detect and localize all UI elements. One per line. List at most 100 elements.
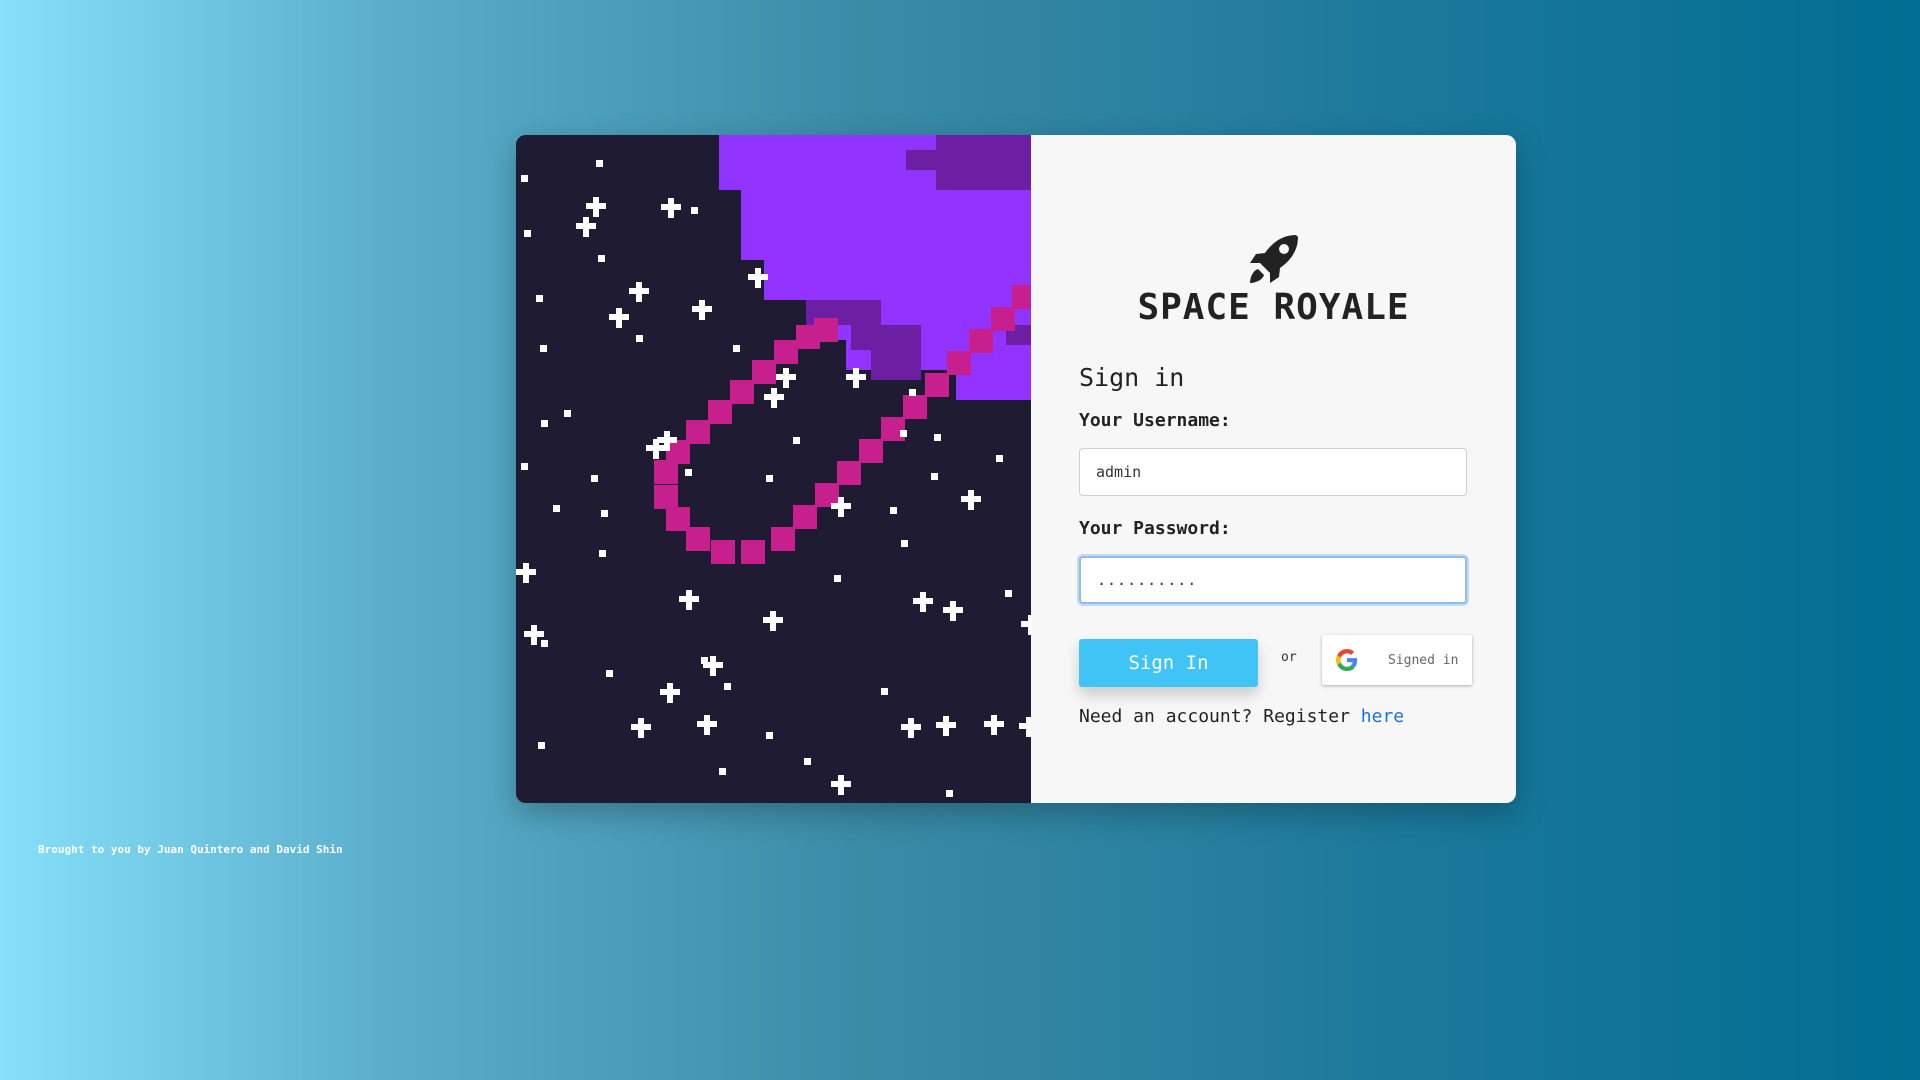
ring-segment [814,318,838,342]
cross-star [593,197,599,217]
small-star [996,455,1003,462]
ring-segment [881,417,905,441]
small-star [536,295,543,302]
ring-segment [654,485,678,509]
ring-segment [859,439,883,463]
ring-segment [686,420,710,444]
small-star [553,505,560,512]
small-star [685,469,692,476]
small-star [719,768,726,775]
signin-panel: SPACE ROYALE Sign in Your Username: Your… [1031,135,1516,803]
app-title: SPACE ROYALE [1137,287,1410,328]
small-star [931,473,938,480]
cross-star [838,775,844,795]
planet-shadow-block [871,350,921,380]
google-signin-label: Signed in [1388,652,1459,668]
login-card: SPACE ROYALE Sign in Your Username: Your… [516,135,1516,803]
google-signin-button[interactable]: Signed in [1322,635,1472,685]
google-icon [1336,649,1358,671]
cross-star [991,715,997,735]
username-input[interactable] [1079,448,1467,496]
small-star [541,420,548,427]
ring-segment [1012,285,1031,309]
cross-star [699,300,705,320]
ring-segment [741,540,765,564]
password-input[interactable] [1079,556,1467,604]
small-star [733,345,740,352]
cross-star [853,368,859,388]
ring-segment [947,351,971,375]
small-star [538,742,545,749]
planet-shadow-block [851,325,921,350]
small-star [540,345,547,352]
cross-star [667,683,673,703]
cross-star [783,368,789,388]
small-star [793,437,800,444]
cross-star [771,388,777,408]
ring-segment [793,505,817,529]
ring-segment [837,461,861,485]
small-star [724,683,731,690]
ring-segment [708,400,732,424]
cross-star [523,563,529,583]
password-label: Your Password: [1079,518,1231,539]
rocket-icon [1031,231,1516,287]
cross-star [755,268,761,288]
or-separator: or [1281,650,1297,665]
cross-star [668,198,674,218]
ring-segment [666,507,690,531]
small-star [691,207,698,214]
small-star [901,540,908,547]
cross-star [531,625,537,645]
ring-segment [774,340,798,364]
small-star [591,475,598,482]
small-star [834,575,841,582]
small-star [599,550,606,557]
cross-star [583,217,589,237]
pixel-space-art [516,135,1031,803]
small-star [900,430,907,437]
ring-segment [730,380,754,404]
credits-text: Brought to you by Juan Quintero and Davi… [38,843,343,856]
ring-segment [711,540,735,564]
signin-heading: Sign in [1079,363,1185,392]
ring-segment [925,373,949,397]
ring-segment [969,329,993,353]
planet-shadow-block [936,135,1031,190]
cross-star [653,439,659,459]
cross-star [950,601,956,621]
small-star [521,463,528,470]
small-star [766,732,773,739]
register-prompt: Need an account? Register here [1079,706,1404,727]
cross-star [908,718,914,738]
ring-segment [752,360,776,384]
ring-segment [991,307,1015,331]
small-star [601,510,608,517]
small-star [934,434,941,441]
small-star [521,175,528,182]
small-star [909,389,916,396]
small-star [606,670,613,677]
cross-star [636,282,642,302]
small-star [541,640,548,647]
signin-button[interactable]: Sign In [1079,639,1258,687]
small-star [766,475,773,482]
planet-block [764,260,1031,300]
cross-star [920,592,926,612]
cross-star [968,490,974,510]
cross-star [616,308,622,328]
register-link[interactable]: here [1361,706,1404,727]
small-star [636,335,643,342]
username-label: Your Username: [1079,410,1231,431]
small-star [946,790,953,797]
cross-star [710,656,716,676]
planet-shadow-block [906,150,946,170]
cross-star [638,718,644,738]
register-prefix: Need an account? Register [1079,706,1361,727]
ring-segment [903,395,927,419]
small-star [564,410,571,417]
small-star [881,688,888,695]
planet-block [741,190,1031,260]
cross-star [838,497,844,517]
small-star [596,160,603,167]
